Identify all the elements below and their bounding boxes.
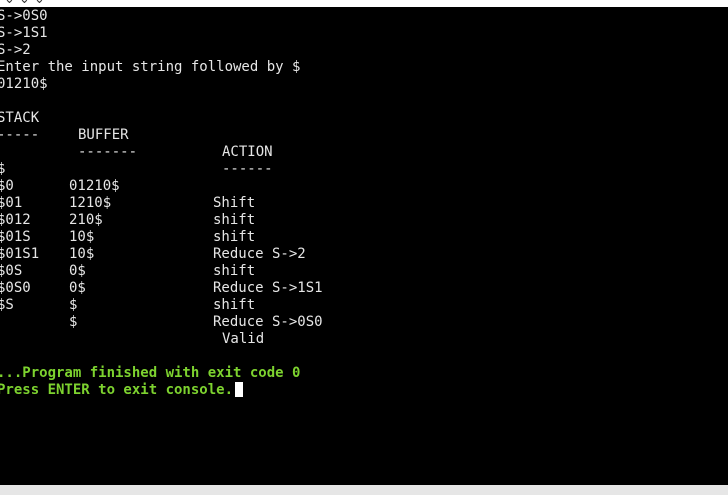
press-enter-message: Press ENTER to exit console. <box>0 382 234 398</box>
row-action: Valid <box>222 331 265 347</box>
table-row: $0 1210$ shift <box>0 161 255 228</box>
table-row: $01S 10$ shift <box>0 212 255 279</box>
row-action: Shift <box>213 195 256 211</box>
table-row: $012 10$ Reduce S->2 <box>0 195 306 262</box>
user-input: 01210$ <box>0 76 48 92</box>
toolbar-tick: ' <box>538 0 542 7</box>
row-buffer: 10$ <box>69 229 95 245</box>
row-buffer: 1210$ <box>69 195 112 211</box>
row-action: Reduce S->2 <box>213 246 306 262</box>
table-row: $S $ Valid <box>0 280 264 347</box>
row-action: shift <box>213 297 256 313</box>
grammar-rule: S->2 <box>0 42 31 58</box>
row-action: shift <box>213 229 256 245</box>
underline-stack: ----- <box>0 127 40 143</box>
exit-status-message: ...Program finished with exit code 0 <box>0 365 301 381</box>
row-buffer: 01210$ <box>69 178 120 194</box>
row-buffer: 210$ <box>69 212 103 228</box>
table-row: $01S1 0$ Reduce S->1S1 <box>0 229 323 296</box>
table-row: $0S 0$ shift <box>0 246 255 313</box>
underline-action: ------ <box>222 161 273 177</box>
row-action: Reduce S->0S0 <box>213 314 323 330</box>
toolbar-glyphs: ⌄ ⌄ ⌄ <box>4 0 45 7</box>
row-action: shift <box>213 212 256 228</box>
header-action: ACTION <box>222 144 273 160</box>
window-bottom-strip <box>0 485 728 495</box>
grammar-rule: S->1S1 <box>0 25 48 41</box>
grammar-rule: S->0S0 <box>0 8 48 24</box>
table-row: $ 01210$ Shift <box>0 144 255 211</box>
table-header-underline: ----- ------- ------ <box>0 110 273 177</box>
console-output[interactable]: S->0S0 S->1S1 S->2 Enter the input strin… <box>0 7 728 485</box>
table-row: $0S0 $ Reduce S->0S0 <box>0 263 323 330</box>
input-prompt: Enter the input string followed by $ <box>0 59 301 75</box>
underline-buffer: ------- <box>78 144 138 160</box>
row-buffer: 0$ <box>69 263 86 279</box>
row-buffer: $ <box>69 314 78 330</box>
header-buffer: BUFFER <box>78 127 129 143</box>
row-buffer: 10$ <box>69 246 95 262</box>
row-stack: $S <box>0 297 14 313</box>
table-row: $01 210$ shift <box>0 178 255 245</box>
row-action: shift <box>213 263 256 279</box>
row-action: Reduce S->1S1 <box>213 280 323 296</box>
window-top-strip: ⌄ ⌄ ⌄ ' <box>0 0 728 7</box>
row-buffer: $ <box>69 297 78 313</box>
table-header-row: STACK BUFFER ACTION <box>0 93 273 160</box>
row-buffer: 0$ <box>69 280 86 296</box>
text-cursor <box>235 382 244 397</box>
press-enter-line[interactable]: Press ENTER to exit console. <box>0 382 244 399</box>
